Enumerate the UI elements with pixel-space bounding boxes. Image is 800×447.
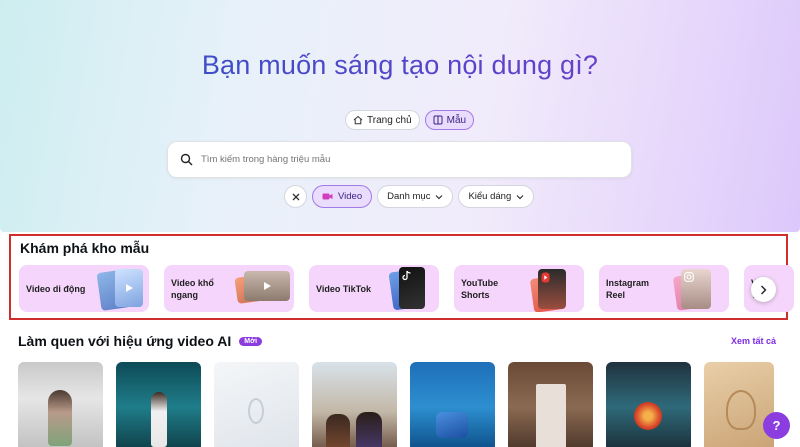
explore-section-title: Khám phá kho mẫu (20, 240, 150, 256)
search-input[interactable] (201, 154, 581, 165)
template-thumbnail[interactable] (214, 362, 299, 447)
thumbnail-photostrip (536, 384, 566, 447)
category-dropdown-label: Danh mục (387, 191, 431, 202)
card-thumbnail (399, 267, 425, 309)
category-card-instagram-reel[interactable]: Instagram Reel (599, 265, 729, 312)
category-card-row: Video di động Video khổ ngang Video TikT… (19, 265, 794, 312)
see-all-link[interactable]: Xem tất cả (731, 336, 776, 346)
youtube-shorts-icon (541, 272, 550, 283)
play-icon (264, 282, 271, 290)
help-button[interactable]: ? (763, 412, 790, 439)
filter-bar: Video Danh mục Kiểu dáng (284, 185, 535, 208)
chevron-right-icon (761, 285, 767, 294)
new-badge: Mới (239, 336, 263, 346)
category-card-label: Video TikTok (316, 283, 372, 294)
hero-banner: Bạn muốn sáng tạo nội dung gì? Trang chủ… (0, 0, 800, 232)
card-thumbnail (538, 269, 566, 309)
style-dropdown-label: Kiểu dáng (468, 191, 512, 202)
thumbnail-snow-shape (248, 398, 264, 424)
thumbnail-bag (436, 412, 468, 438)
card-thumbnail (244, 271, 290, 301)
instagram-icon (684, 272, 694, 282)
tab-home[interactable]: Trang chủ (345, 110, 420, 130)
thumbnail-figure (151, 392, 167, 447)
tiktok-icon (402, 270, 411, 281)
template-thumbnail[interactable] (606, 362, 691, 447)
template-thumbnail[interactable] (116, 362, 201, 447)
home-icon (353, 115, 363, 125)
style-dropdown[interactable]: Kiểu dáng (458, 185, 535, 208)
template-thumbnail[interactable] (508, 362, 593, 447)
category-dropdown[interactable]: Danh mục (377, 185, 454, 208)
category-card-label: Video di động (26, 283, 86, 294)
template-icon (433, 115, 443, 125)
mode-tabs: Trang chủ Mẫu (345, 110, 475, 130)
tab-templates[interactable]: Mẫu (424, 110, 475, 130)
carousel-next-button[interactable] (751, 277, 776, 302)
ai-effects-section-header: Làm quen với hiệu ứng video AI Mới (18, 333, 263, 349)
video-filter-label: Video (338, 191, 363, 202)
category-card-label: YouTube Shorts (461, 277, 499, 300)
thumbnail-figure (326, 414, 350, 447)
ai-effects-grid (18, 362, 774, 447)
thumbnail-figure (48, 390, 72, 446)
clear-filter-button[interactable] (284, 185, 307, 208)
ai-effects-section-title: Làm quen với hiệu ứng video AI (18, 333, 232, 349)
page-title: Bạn muốn sáng tạo nội dung gì? (0, 50, 800, 81)
card-thumbnail (115, 269, 143, 307)
play-icon (126, 284, 133, 292)
template-thumbnail[interactable] (18, 362, 103, 447)
close-icon (292, 193, 299, 200)
template-thumbnail[interactable] (410, 362, 495, 447)
category-card-label: Video khổ ngang (171, 277, 214, 300)
thumbnail-sand-shape (726, 390, 756, 430)
tab-templates-label: Mẫu (446, 114, 467, 126)
video-camera-icon (322, 193, 333, 200)
search-icon (180, 153, 193, 166)
help-button-label: ? (772, 418, 781, 433)
chevron-down-icon (516, 194, 524, 199)
search-bar (167, 141, 632, 178)
template-thumbnail[interactable] (312, 362, 397, 447)
category-card-label: Instagram Reel (606, 277, 650, 300)
video-filter-chip[interactable]: Video (312, 185, 373, 208)
thumbnail-figure (356, 412, 382, 447)
category-card-mobile-video[interactable]: Video di động (19, 265, 149, 312)
category-card-landscape-video[interactable]: Video khổ ngang (164, 265, 294, 312)
card-thumbnail (681, 269, 711, 309)
explore-templates-section: Khám phá kho mẫu Video di động Video khổ… (9, 234, 794, 320)
category-card-youtube-shorts[interactable]: YouTube Shorts (454, 265, 584, 312)
thumbnail-flower (634, 402, 662, 430)
template-thumbnail[interactable] (704, 362, 774, 447)
tab-home-label: Trang chủ (367, 114, 412, 126)
category-card-tiktok-video[interactable]: Video TikTok (309, 265, 439, 312)
chevron-down-icon (436, 194, 443, 199)
